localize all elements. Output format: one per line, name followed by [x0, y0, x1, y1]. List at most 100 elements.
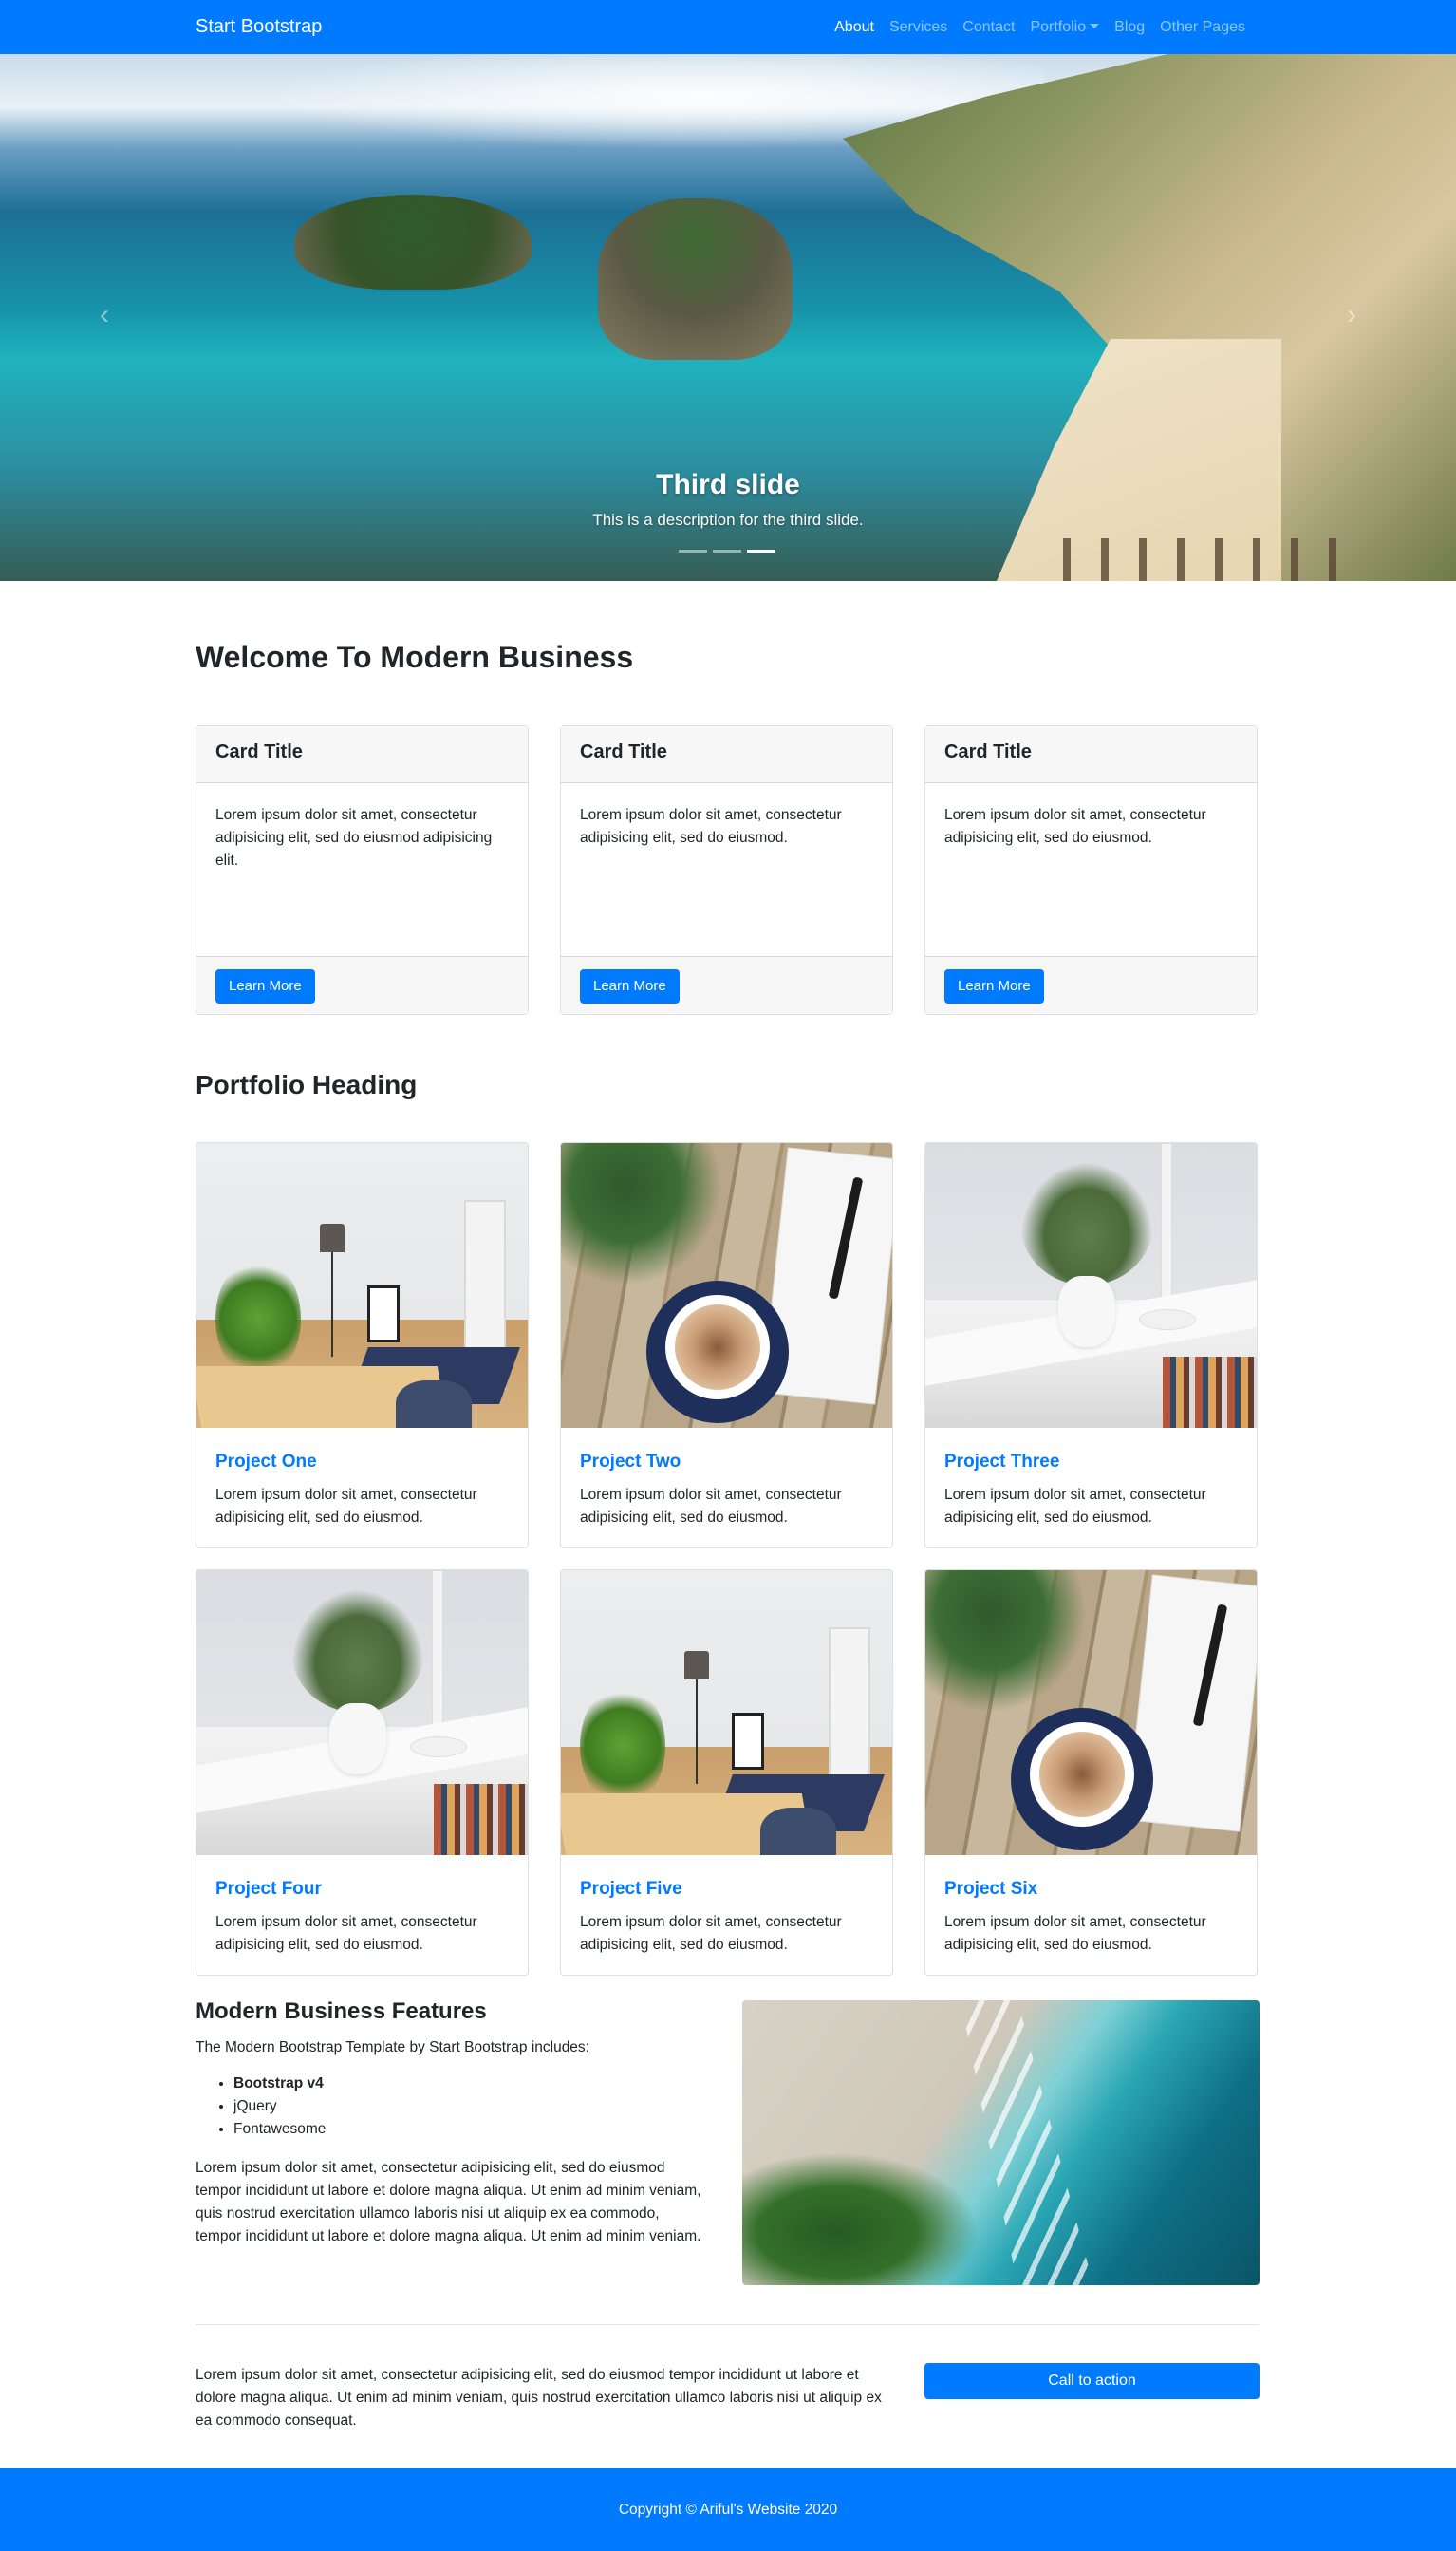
slide-description: This is a description for the third slid…: [592, 511, 864, 529]
list-item: Fontawesome: [233, 2118, 326, 2141]
photo-plant: [1020, 1162, 1153, 1285]
nav-item-contact[interactable]: Contact: [955, 17, 1022, 38]
project-description: Lorem ipsum dolor sit amet, consectetur …: [944, 1914, 1206, 1953]
photo-coffee: [1039, 1732, 1125, 1817]
list-item: Bootstrap v4: [233, 2073, 326, 2095]
project-description: Lorem ipsum dolor sit amet, consectetur …: [944, 1487, 1206, 1526]
features-intro: The Modern Bootstrap Template by Start B…: [196, 2039, 589, 2055]
learn-more-button[interactable]: Learn More: [944, 969, 1044, 1004]
project-title-link[interactable]: Project One: [196, 1428, 528, 1473]
project-title-link[interactable]: Project Four: [196, 1855, 528, 1901]
card-text: Lorem ipsum dolor sit amet, consectetur …: [944, 807, 1206, 846]
project-image[interactable]: [196, 1570, 528, 1855]
project-image[interactable]: [925, 1143, 1257, 1428]
photo-leaves: [925, 1570, 1087, 1713]
project-image[interactable]: [196, 1143, 528, 1428]
carousel-indicators: [679, 550, 775, 553]
hero-island-right: [598, 198, 793, 360]
photo-coffee: [675, 1304, 760, 1390]
project-title-link[interactable]: Project Six: [925, 1855, 1257, 1901]
list-item: jQuery: [233, 2095, 326, 2118]
photo-leaves: [561, 1143, 722, 1285]
hero-island-left: [294, 195, 532, 290]
footer: Copyright © Ariful's Website 2020: [0, 2468, 1456, 2551]
nav-item-services[interactable]: Services: [882, 17, 955, 38]
card-title: Card Title: [561, 726, 892, 783]
nav-item-blog[interactable]: Blog: [1107, 17, 1152, 38]
project-title-link[interactable]: Project Five: [561, 1855, 892, 1901]
feature-card: Card Title Lorem ipsum dolor sit amet, c…: [560, 725, 893, 1015]
project-description: Lorem ipsum dolor sit amet, consectetur …: [580, 1914, 842, 1953]
learn-more-button[interactable]: Learn More: [215, 969, 315, 1004]
photo-pot: [1058, 1276, 1115, 1347]
portfolio-card: Project Three Lorem ipsum dolor sit amet…: [924, 1142, 1258, 1548]
project-image[interactable]: [561, 1143, 892, 1428]
project-image[interactable]: [561, 1570, 892, 1855]
card-footer: Learn More: [925, 956, 1257, 1014]
carousel-indicator-1[interactable]: [679, 550, 707, 553]
card-footer: Learn More: [196, 956, 528, 1014]
project-title-link[interactable]: Project Three: [925, 1428, 1257, 1473]
photo-plant: [580, 1684, 665, 1808]
features-heading: Modern Business Features: [196, 1998, 487, 2024]
features-paragraph: Lorem ipsum dolor sit amet, consectetur …: [196, 2160, 701, 2244]
photo-lampstand: [696, 1679, 698, 1784]
nav-item-portfolio-label: Portfolio: [1030, 19, 1087, 35]
portfolio-card: Project One Lorem ipsum dolor sit amet, …: [196, 1142, 529, 1548]
carousel-indicator-3[interactable]: [747, 550, 775, 553]
card-text: Lorem ipsum dolor sit amet, consectetur …: [215, 807, 493, 869]
portfolio-card: Project Two Lorem ipsum dolor sit amet, …: [560, 1142, 893, 1548]
project-description: Lorem ipsum dolor sit amet, consectetur …: [215, 1487, 477, 1526]
feature-card: Card Title Lorem ipsum dolor sit amet, c…: [924, 725, 1258, 1015]
chevron-left-icon[interactable]: ‹: [100, 301, 109, 329]
card-text: Lorem ipsum dolor sit amet, consectetur …: [580, 807, 842, 846]
portfolio-card: Project Four Lorem ipsum dolor sit amet,…: [196, 1569, 529, 1976]
welcome-heading: Welcome To Modern Business: [196, 640, 634, 674]
card-title: Card Title: [196, 726, 528, 783]
photo-books: [434, 1784, 528, 1855]
nav-item-other-pages[interactable]: Other Pages: [1152, 17, 1253, 38]
hero-fence: [1063, 538, 1348, 581]
photo-lamp: [684, 1651, 709, 1679]
feature-card: Card Title Lorem ipsum dolor sit amet, c…: [196, 725, 529, 1015]
photo-chair: [396, 1380, 472, 1428]
navbar-brand[interactable]: Start Bootstrap: [196, 15, 322, 38]
divider: [196, 2324, 1260, 2325]
learn-more-button[interactable]: Learn More: [580, 969, 680, 1004]
nav-item-about[interactable]: About: [827, 17, 882, 38]
features-image: [742, 2000, 1260, 2285]
photo-palms: [742, 2152, 980, 2285]
card-footer: Learn More: [561, 956, 892, 1014]
copyright-text: Copyright © Ariful's Website 2020: [618, 2502, 838, 2518]
slide-title: Third slide: [656, 469, 800, 500]
photo-lampstand: [331, 1252, 333, 1357]
call-to-action-button[interactable]: Call to action: [924, 2363, 1260, 2399]
photo-plant: [215, 1257, 301, 1380]
photo-pot: [329, 1703, 386, 1774]
portfolio-heading: Portfolio Heading: [196, 1070, 418, 1099]
project-description: Lorem ipsum dolor sit amet, consectetur …: [215, 1914, 477, 1953]
photo-lamp: [320, 1224, 345, 1252]
photo-chair: [760, 1808, 836, 1855]
caret-down-icon: [1090, 24, 1100, 28]
nav-links: About Services Contact Portfolio Blog Ot…: [827, 17, 1253, 38]
nav-item-portfolio-dropdown[interactable]: Portfolio: [1022, 17, 1107, 38]
portfolio-card: Project Six Lorem ipsum dolor sit amet, …: [924, 1569, 1258, 1976]
hero-carousel: ‹ › Third slide This is a description fo…: [0, 54, 1456, 581]
project-title-link[interactable]: Project Two: [561, 1428, 892, 1473]
chevron-right-icon[interactable]: ›: [1347, 301, 1356, 329]
photo-poster: [732, 1713, 764, 1770]
features-list: Bootstrap v4 jQuery Fontawesome: [233, 2073, 326, 2141]
portfolio-card: Project Five Lorem ipsum dolor sit amet,…: [560, 1569, 893, 1976]
card-title: Card Title: [925, 726, 1257, 783]
project-description: Lorem ipsum dolor sit amet, consectetur …: [580, 1487, 842, 1526]
photo-poster: [367, 1285, 400, 1342]
photo-lampbase: [1139, 1309, 1196, 1330]
navbar: Start Bootstrap About Services Contact P…: [0, 0, 1456, 54]
photo-plant: [291, 1589, 424, 1713]
photo-lampbase: [410, 1736, 467, 1757]
project-image[interactable]: [925, 1570, 1257, 1855]
cta-text: Lorem ipsum dolor sit amet, consectetur …: [196, 2367, 882, 2429]
photo-books: [1163, 1357, 1257, 1428]
carousel-indicator-2[interactable]: [713, 550, 741, 553]
